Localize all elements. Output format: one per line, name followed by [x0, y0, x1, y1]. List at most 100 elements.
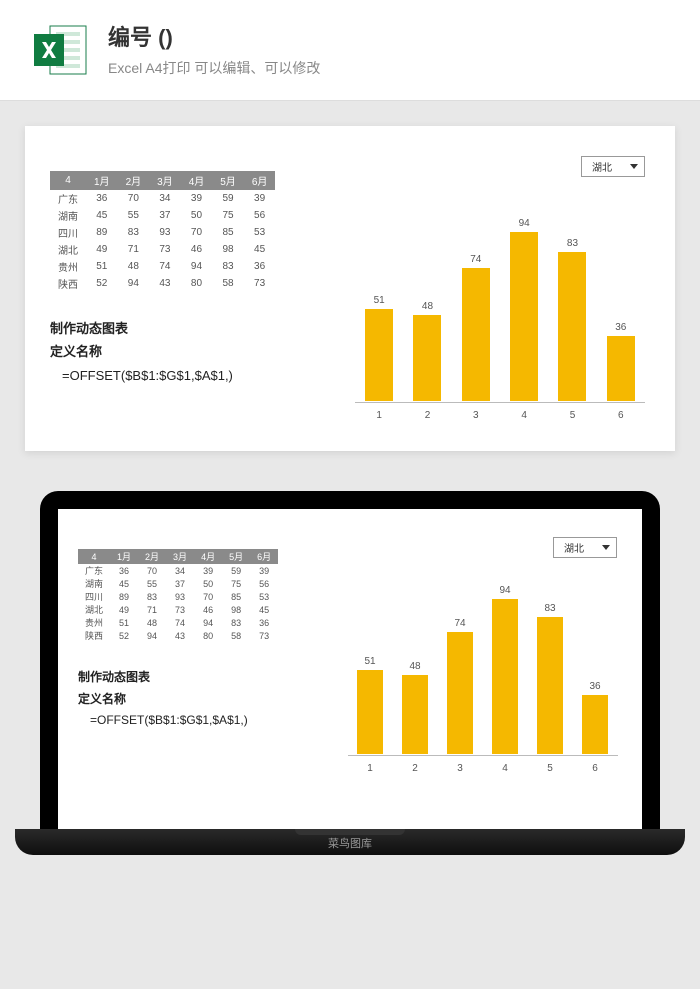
cell-value: 73 [166, 603, 194, 616]
bar-value-label: 48 [422, 301, 433, 312]
cell-value: 34 [166, 564, 194, 577]
table-row: 湖南455537507556 [78, 577, 278, 590]
region-dropdown-laptop[interactable]: 湖北 [553, 537, 617, 558]
bar-value-label: 36 [589, 681, 600, 692]
table-header: 6月 [244, 171, 276, 190]
cell-value: 59 [212, 190, 244, 207]
cell-value: 80 [194, 629, 222, 642]
cell-value: 34 [149, 190, 181, 207]
bar-category-label: 6 [592, 763, 598, 774]
bar-category-label: 5 [570, 410, 576, 421]
table-header: 3月 [149, 171, 181, 190]
cell-value: 51 [86, 258, 118, 275]
row-name: 湖北 [78, 603, 110, 616]
bar [492, 599, 518, 754]
cell-value: 94 [181, 258, 213, 275]
row-name: 陕西 [50, 275, 86, 292]
table-header: 4月 [194, 549, 222, 564]
cell-value: 75 [222, 577, 250, 590]
note-formula: =OFFSET($B$1:$G$1,$A$1,) [50, 364, 330, 387]
table-header: 6月 [250, 549, 278, 564]
bar-value-label: 94 [519, 218, 530, 229]
cell-value: 56 [250, 577, 278, 590]
table-row: 四川898393708553 [78, 590, 278, 603]
page-subtitle: Excel A4打印 可以编辑、可以修改 [108, 58, 320, 78]
bar [582, 695, 608, 754]
cell-value: 83 [222, 616, 250, 629]
bar-value-label: 94 [499, 585, 510, 596]
bar-category-label: 1 [376, 410, 382, 421]
table-row: 四川898393708553 [50, 224, 275, 241]
bar-category-label: 6 [618, 410, 624, 421]
cell-value: 53 [244, 224, 276, 241]
cell-value: 49 [110, 603, 138, 616]
cell-value: 73 [244, 275, 276, 292]
cell-value: 37 [149, 207, 181, 224]
chart-x-axis [348, 755, 618, 756]
table-row: 湖北497173469845 [50, 241, 275, 258]
cell-value: 43 [149, 275, 181, 292]
bar-group: 835 [552, 238, 592, 401]
bar-value-label: 36 [615, 322, 626, 333]
cell-value: 70 [118, 190, 150, 207]
bar-value-label: 74 [454, 618, 465, 629]
table-corner: 4 [78, 549, 110, 564]
cell-value: 36 [110, 564, 138, 577]
dropdown-selected: 湖北 [592, 159, 612, 174]
cell-value: 59 [222, 564, 250, 577]
bar-category-label: 3 [457, 763, 463, 774]
cell-value: 89 [110, 590, 138, 603]
note-formula: =OFFSET($B$1:$G$1,$A$1,) [78, 710, 328, 732]
cell-value: 51 [110, 616, 138, 629]
cell-value: 58 [222, 629, 250, 642]
bar-group: 944 [504, 218, 544, 401]
bar [365, 309, 393, 401]
cell-value: 93 [149, 224, 181, 241]
row-name: 广东 [50, 190, 86, 207]
bar [447, 632, 473, 754]
table-row: 陕西529443805873 [78, 629, 278, 642]
chevron-down-icon [630, 164, 638, 169]
row-name: 贵州 [50, 258, 86, 275]
bar-category-label: 2 [425, 410, 431, 421]
region-dropdown[interactable]: 湖北 [581, 156, 645, 177]
cell-value: 39 [250, 564, 278, 577]
laptop-base: 菜鸟图库 [15, 829, 685, 855]
bar-group: 743 [456, 254, 496, 401]
bar-group: 366 [601, 322, 641, 401]
header-text: 编号 () Excel A4打印 可以编辑、可以修改 [108, 20, 320, 78]
page-title: 编号 () [108, 20, 320, 52]
notes-block: 制作动态图表 定义名称 =OFFSET($B$1:$G$1,$A$1,) [50, 317, 330, 387]
laptop-mockup: 41月2月3月4月5月6月 广东367034395939湖南4555375075… [15, 491, 685, 855]
cell-value: 39 [181, 190, 213, 207]
cell-value: 45 [250, 603, 278, 616]
cell-value: 36 [86, 190, 118, 207]
bar [607, 336, 635, 401]
bar [357, 670, 383, 754]
cell-value: 85 [212, 224, 244, 241]
bar-group: 482 [395, 661, 435, 754]
cell-value: 49 [86, 241, 118, 258]
table-header: 1月 [86, 171, 118, 190]
cell-value: 46 [181, 241, 213, 258]
chart-panel-laptop: 湖北 511482743944835366 [343, 549, 622, 814]
data-table: 41月2月3月4月5月6月 广东367034395939湖南4555375075… [50, 171, 275, 292]
cell-value: 55 [138, 577, 166, 590]
note-line-2: 定义名称 [78, 689, 328, 711]
note-line-1: 制作动态图表 [50, 317, 330, 340]
bar-category-label: 4 [502, 763, 508, 774]
bar [413, 315, 441, 401]
chart-panel: 湖北 511482743944835366 [350, 171, 650, 421]
cell-value: 73 [149, 241, 181, 258]
row-name: 四川 [78, 590, 110, 603]
cell-value: 83 [212, 258, 244, 275]
cell-value: 74 [149, 258, 181, 275]
bar-category-label: 1 [367, 763, 373, 774]
chevron-down-icon [602, 545, 610, 550]
left-panel-laptop: 41月2月3月4月5月6月 广东367034395939湖南4555375075… [78, 549, 328, 814]
cell-value: 70 [138, 564, 166, 577]
bar-category-label: 2 [412, 763, 418, 774]
bar-value-label: 48 [409, 661, 420, 672]
cell-value: 75 [212, 207, 244, 224]
watermark-text: 菜鸟图库 [328, 835, 372, 851]
